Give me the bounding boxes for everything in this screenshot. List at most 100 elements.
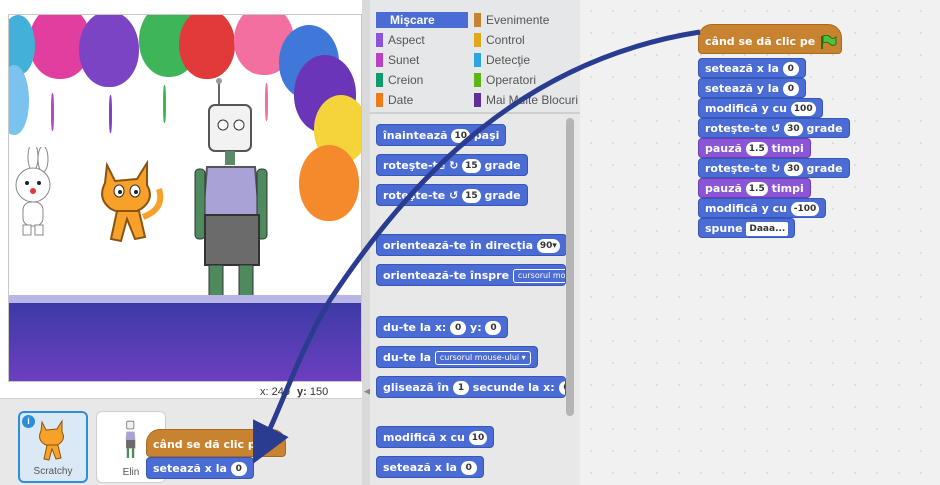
palette-goto-y[interactable]: 0 — [485, 321, 502, 335]
script-block-value[interactable]: 0 — [782, 62, 799, 76]
palette-goto-x[interactable]: 0 — [450, 321, 467, 335]
palette-glide-x[interactable]: 0 — [558, 381, 565, 395]
balloon-lightblue — [9, 65, 29, 135]
category-swatch — [474, 93, 481, 107]
drag-preview-set-x-block[interactable]: setează x la 0 — [146, 457, 254, 479]
script-block-value[interactable]: 30 — [784, 162, 803, 176]
category-pen[interactable]: Creion — [376, 72, 423, 88]
green-flag-icon — [821, 35, 837, 49]
palette-goto-dropdown[interactable]: cursorul mouse-ului ▾ — [434, 351, 531, 365]
script-block[interactable]: setează y la 0 — [698, 78, 806, 98]
block-palette: înaintează 10 paşi roteşte-te ↻ 15 grade… — [370, 112, 580, 485]
category-sensing[interactable]: Detecţie — [474, 52, 530, 68]
sprite-pane: i Scratchy Elin când se dă clic pe setea… — [0, 398, 362, 485]
script-block-value[interactable]: 1.5 — [745, 142, 768, 156]
coord-y-value: 150 — [309, 386, 329, 398]
block-categories: Mişcare Aspect Sunet Creion Date Evenime… — [370, 0, 580, 112]
mouse-coordinates: x: 240 y: 150 — [260, 386, 328, 398]
drag-preview-set-x-value[interactable]: 0 — [230, 462, 247, 476]
script-block[interactable]: modifică y cu 100 — [698, 98, 823, 118]
palette-change-x-value[interactable]: 10 — [468, 431, 488, 445]
palette-towards-dropdown[interactable]: cursorul mouse-ului — [512, 269, 565, 283]
category-control[interactable]: Control — [474, 32, 525, 48]
script-block-text: setează x la — [705, 62, 779, 75]
script-block-value[interactable]: 1.5 — [745, 182, 768, 196]
script-block-value[interactable]: 0 — [782, 82, 799, 96]
palette-turn-left-block[interactable]: roteşte-te ↺ 15 grade — [376, 184, 528, 206]
ribbon — [109, 95, 112, 133]
palette-scrollbar[interactable] — [566, 118, 574, 416]
bunny-sprite[interactable] — [9, 147, 57, 237]
script-block[interactable]: pauză 1.5 timpi — [698, 138, 811, 158]
drag-preview-hat-block[interactable]: când se dă clic pe — [146, 429, 286, 457]
script-block-text: roteşte-te — [705, 122, 768, 135]
script-block-text: spune — [705, 222, 743, 235]
category-swatch — [474, 13, 481, 27]
category-swatch — [474, 73, 481, 87]
coord-y-label: y: — [297, 386, 307, 398]
elin-thumbnail — [125, 420, 136, 458]
script-block[interactable]: modifică y cu -100 — [698, 198, 827, 218]
script-block-text: pauză — [705, 142, 742, 155]
palette-turn-right-degrees[interactable]: 15 — [462, 159, 481, 173]
palette-glide-seconds[interactable]: 1 — [452, 381, 469, 395]
palette-set-x-value[interactable]: 0 — [460, 461, 477, 475]
script-block[interactable]: spune Daaa... — [698, 218, 796, 238]
category-swatch — [474, 53, 481, 67]
palette-glide-block[interactable]: glisează în 1 secunde la x: 0 — [376, 376, 566, 398]
palette-turn-left-degrees[interactable]: 15 — [462, 189, 481, 203]
coord-x-value: 240 — [271, 386, 290, 398]
stage[interactable] — [8, 14, 362, 382]
category-motion[interactable]: Mişcare — [376, 12, 468, 28]
balloon-orange — [299, 145, 359, 221]
script-block-text: roteşte-te — [705, 162, 768, 175]
script-block[interactable]: roteşte-te ↻ 30 grade — [698, 158, 850, 178]
turn-counterclockwise-icon: ↺ — [767, 122, 785, 135]
palette-point-towards-block[interactable]: orientează-te înspre cursorul mouse-ului — [376, 264, 566, 286]
script-block-value[interactable]: -100 — [790, 202, 820, 216]
script-block-text: modifică y cu — [705, 102, 787, 115]
category-swatch — [376, 33, 383, 47]
category-data[interactable]: Date — [376, 92, 413, 108]
script-block-suffix: grade — [806, 122, 843, 135]
stage-floor — [9, 303, 361, 381]
script-block-value[interactable]: Daaa... — [746, 222, 789, 236]
palette-turn-right-block[interactable]: roteşte-te ↻ 15 grade — [376, 154, 528, 176]
pane-divider[interactable] — [362, 0, 370, 485]
drag-preview-set-x-text: setează x la — [153, 462, 227, 475]
category-events[interactable]: Evenimente — [474, 12, 549, 28]
category-looks[interactable]: Aspect — [376, 32, 425, 48]
script-block-value[interactable]: 100 — [790, 102, 816, 116]
category-more-blocks[interactable]: Mai Multe Blocuri — [474, 92, 578, 108]
balloon-purple — [79, 15, 139, 87]
category-sound[interactable]: Sunet — [376, 52, 419, 68]
script-block-suffix: timpi — [771, 142, 804, 155]
turn-counterclockwise-icon: ↺ — [449, 189, 459, 202]
category-swatch — [474, 33, 481, 47]
scratchy-thumbnail — [39, 419, 64, 461]
script-block-value[interactable]: 30 — [784, 122, 803, 136]
info-icon[interactable]: i — [22, 415, 35, 428]
script-block[interactable]: pauză 1.5 timpi — [698, 178, 811, 198]
palette-goto-block[interactable]: du-te la cursorul mouse-ului ▾ — [376, 346, 538, 368]
cat-sprite[interactable] — [89, 155, 169, 247]
palette-direction-dropdown[interactable]: 90▾ — [536, 239, 560, 253]
palette-set-x-block[interactable]: setează x la 0 — [376, 456, 484, 478]
when-flag-clicked-block[interactable]: când se dă clic pe — [698, 24, 842, 54]
palette-change-x-block[interactable]: modifică x cu 10 — [376, 426, 495, 448]
palette-move-steps[interactable]: 10 — [451, 129, 470, 143]
stage-floor-edge — [9, 295, 361, 303]
sprite-tile-scratchy[interactable]: i Scratchy — [18, 411, 88, 483]
palette-move-block[interactable]: înaintează 10 paşi — [376, 124, 507, 146]
category-operators[interactable]: Operatori — [474, 72, 536, 88]
script-block-text: setează y la — [705, 82, 779, 95]
script-block[interactable]: roteşte-te ↺ 30 grade — [698, 118, 850, 138]
category-swatch — [376, 53, 383, 67]
script-block-text: modifică y cu — [705, 202, 787, 215]
palette-point-direction-block[interactable]: orientează-te în direcţia 90▾ — [376, 234, 567, 256]
script-block-suffix: timpi — [771, 182, 804, 195]
hat-text: când se dă clic pe — [705, 35, 816, 48]
script-area[interactable]: când se dă clic pe setează x la 0 setează… — [580, 0, 940, 485]
script-block[interactable]: setează x la 0 — [698, 58, 806, 78]
palette-goto-xy-block[interactable]: du-te la x: 0 y: 0 — [376, 316, 509, 338]
